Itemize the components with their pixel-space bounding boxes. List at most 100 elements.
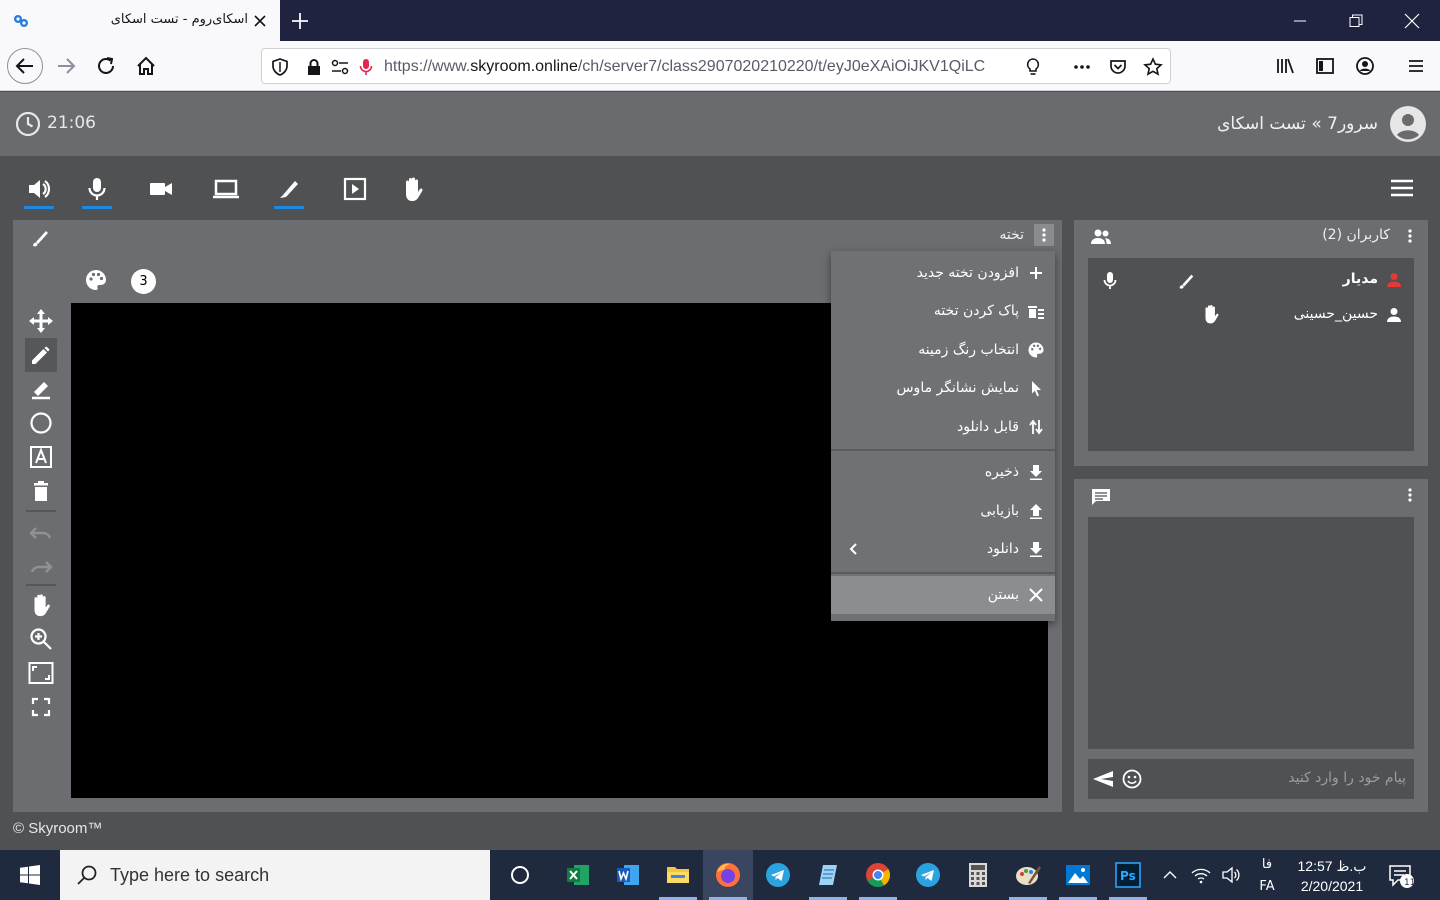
raise-hand-icon[interactable] [396, 172, 430, 206]
pencil-icon[interactable] [25, 338, 57, 372]
menu-item-download[interactable]: دانلود [831, 530, 1055, 568]
hamburger-menu-icon[interactable] [1388, 176, 1416, 200]
users-more-icon[interactable] [1400, 226, 1420, 246]
window-close-icon[interactable] [1384, 0, 1440, 41]
pan-icon[interactable] [25, 588, 57, 622]
microphone-icon[interactable] [356, 57, 376, 77]
cortana-icon[interactable] [495, 850, 545, 900]
volume-icon[interactable] [1218, 850, 1244, 900]
notepad-icon[interactable] [803, 850, 853, 900]
explorer-icon[interactable] [653, 850, 703, 900]
users-title: کاربران (2) [1322, 227, 1390, 243]
word-icon[interactable] [603, 850, 653, 900]
windows-taskbar: Type here to search Ps فا FA 12:57 ب.ظ 2… [0, 850, 1440, 900]
tab-close-icon[interactable] [250, 11, 270, 31]
photos-icon[interactable] [1053, 850, 1103, 900]
page-number-badge[interactable]: 3 [131, 269, 156, 294]
more-icon[interactable] [1072, 57, 1092, 77]
bulb-icon[interactable] [1023, 57, 1043, 77]
chat-messages[interactable] [1088, 517, 1414, 749]
chat-panel: پیام خود را وارد کنید [1074, 479, 1428, 812]
telegram-icon[interactable] [753, 850, 803, 900]
forward-icon[interactable] [50, 50, 82, 82]
calculator-icon[interactable] [953, 850, 1003, 900]
home-icon[interactable] [130, 50, 162, 82]
whiteboard-icon[interactable] [272, 172, 306, 209]
presentation-icon[interactable] [338, 172, 372, 206]
close-icon [1027, 586, 1045, 604]
menu-item-label: انتخاب رنگ زمینه [918, 342, 1019, 358]
speaker-icon[interactable] [22, 172, 56, 209]
camera-icon[interactable] [144, 172, 178, 206]
app-menu-icon[interactable] [1400, 50, 1432, 82]
new-tab-icon[interactable] [288, 9, 312, 33]
firefox-icon[interactable] [703, 850, 753, 900]
trash-icon[interactable] [25, 474, 57, 508]
wifi-icon[interactable] [1188, 850, 1214, 900]
photoshop-icon[interactable]: Ps [1103, 850, 1153, 900]
send-icon[interactable] [1092, 769, 1114, 789]
chrome-icon[interactable] [853, 850, 903, 900]
menu-item-restore[interactable]: بازیابی [831, 492, 1055, 530]
user-row[interactable]: مدیار [1088, 263, 1414, 297]
restore-icon[interactable] [1328, 0, 1384, 41]
menu-item-add-board[interactable]: افزودن تخته جدید [831, 254, 1055, 292]
reload-icon[interactable] [90, 50, 122, 82]
skyroom-favicon-icon [12, 12, 30, 30]
telegram-icon[interactable] [903, 850, 953, 900]
redo-icon[interactable] [25, 548, 57, 582]
menu-item-save[interactable]: ذخیره [831, 453, 1055, 491]
menu-item-downloadable[interactable]: قابل دانلود [831, 408, 1055, 446]
star-icon[interactable] [1143, 57, 1163, 77]
shield-icon[interactable] [270, 57, 290, 77]
excel-icon[interactable] [553, 850, 603, 900]
taskbar-search[interactable]: Type here to search [60, 850, 490, 900]
chat-more-icon[interactable] [1400, 485, 1420, 505]
chat-input[interactable]: پیام خود را وارد کنید [1088, 759, 1414, 799]
input-language[interactable]: فا FA [1254, 856, 1280, 896]
circle-icon[interactable] [25, 406, 57, 440]
windows-start-icon[interactable] [0, 850, 60, 900]
emoji-icon[interactable] [1122, 769, 1142, 789]
pocket-icon[interactable] [1108, 57, 1128, 77]
highlighter-icon[interactable] [25, 372, 57, 406]
user-name: حسین‌_حسینی [1293, 306, 1378, 322]
address-bar[interactable]: https://www.skyroom.online/ch/server7/cl… [261, 48, 1171, 84]
user-brush-icon [1176, 271, 1196, 291]
zoom-icon[interactable] [25, 622, 57, 656]
avatar[interactable] [1390, 106, 1426, 142]
screen-share-icon[interactable] [209, 172, 243, 206]
url-text[interactable]: https://www.skyroom.online/ch/server7/cl… [384, 58, 1024, 76]
back-icon[interactable] [7, 48, 43, 84]
minimize-icon[interactable] [1272, 0, 1328, 41]
browser-tab[interactable]: اسکای‌روم - تست اسکای [0, 0, 280, 41]
undo-icon[interactable] [25, 514, 57, 548]
palette-icon[interactable] [84, 268, 108, 292]
text-icon[interactable] [25, 440, 57, 474]
user-name: مدیار [1342, 271, 1378, 287]
lock-icon[interactable] [304, 57, 324, 77]
fit-icon[interactable] [25, 656, 57, 690]
user-row[interactable]: حسین‌_حسینی [1088, 298, 1414, 332]
menu-item-background-color[interactable]: انتخاب رنگ زمینه [831, 331, 1055, 369]
library-icon[interactable] [1269, 50, 1301, 82]
account-icon[interactable] [1349, 50, 1381, 82]
chevron-up-icon[interactable] [1158, 850, 1182, 900]
clock[interactable]: 12:57 ب.ظ 2/20/2021 [1290, 856, 1374, 896]
mic-icon[interactable] [80, 172, 114, 209]
menu-item-close[interactable]: بستن [831, 576, 1055, 614]
permissions-icon[interactable] [330, 57, 350, 77]
notification-icon[interactable]: 11 [1386, 862, 1416, 890]
move-icon[interactable] [25, 304, 57, 338]
paint-icon[interactable] [1003, 850, 1053, 900]
sidebar-icon[interactable] [1309, 50, 1341, 82]
whiteboard-more-icon[interactable] [1034, 224, 1054, 246]
raised-hand-icon [1200, 303, 1222, 325]
brush-icon[interactable] [29, 227, 51, 249]
fullscreen-icon[interactable] [25, 690, 57, 724]
menu-item-label: نمایش نشانگر ماوس [896, 380, 1019, 396]
session-time: 21:06 [47, 113, 96, 133]
menu-item-show-pointer[interactable]: نمایش نشانگر ماوس [831, 369, 1055, 407]
tool-divider [26, 584, 56, 586]
menu-item-clear-board[interactable]: پاک کردن تخته [831, 292, 1055, 330]
